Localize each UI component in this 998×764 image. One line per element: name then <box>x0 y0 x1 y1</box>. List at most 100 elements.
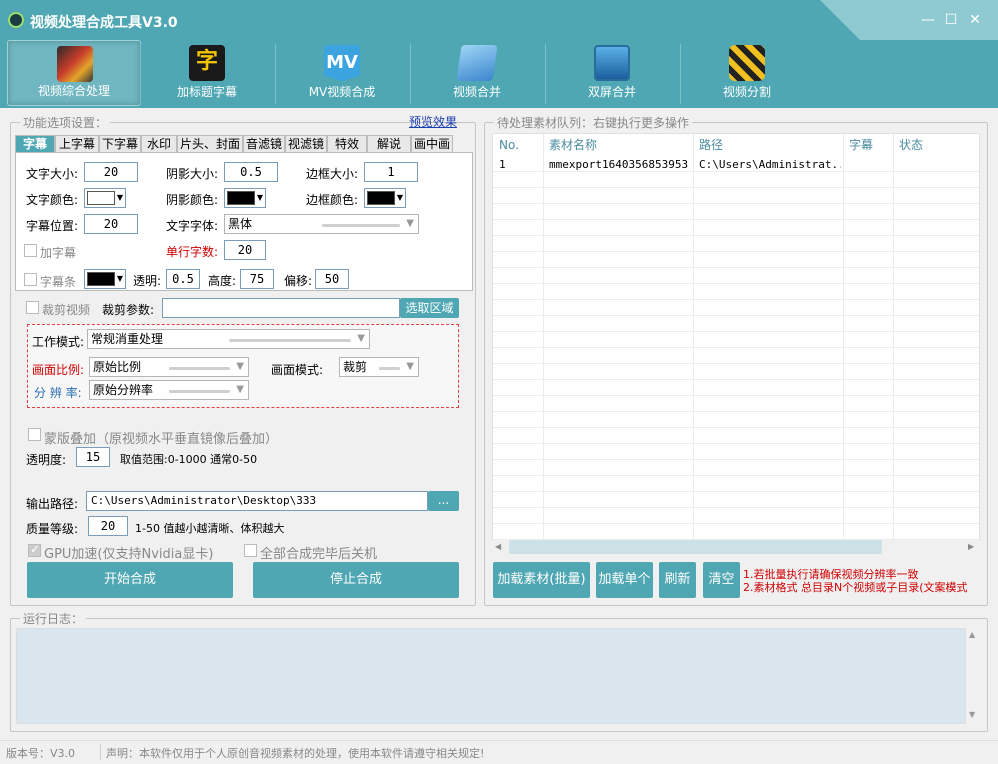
quality-hint: 1-50 值越小越清晰、体积越大 <box>135 522 285 535</box>
clapper-icon <box>729 45 765 81</box>
transparency-input[interactable]: 0.5 <box>166 269 200 289</box>
queue-group-title: 待处理素材队列：右键执行更多操作 <box>494 114 693 131</box>
film-icon <box>57 46 93 82</box>
scroll-thumb[interactable] <box>509 540 882 554</box>
subtitle-pos-input[interactable]: 20 <box>84 214 138 234</box>
overlay-checkbox[interactable] <box>28 428 41 441</box>
stop-button[interactable]: 停止合成 <box>253 562 459 598</box>
browse-button[interactable]: ... <box>428 491 459 511</box>
queue-horizontal-scrollbar[interactable]: ◀ ▶ <box>492 540 980 554</box>
load-single-button[interactable]: 加载单个 <box>596 562 653 598</box>
bar-height-input[interactable]: 75 <box>240 269 274 289</box>
col-header-subtitle[interactable]: 字幕 <box>849 134 873 156</box>
font-size-input[interactable]: 20 <box>84 162 138 182</box>
screen-mode-label: 画面模式: <box>271 363 324 377</box>
tab-subtitle[interactable]: 字幕 <box>15 135 55 152</box>
log-vertical-scrollbar[interactable]: ▲ ▼ <box>966 628 980 724</box>
resolution-select[interactable]: 原始分辨率 ▼ <box>89 380 249 400</box>
tab-intro-cover[interactable]: 片头、封面 <box>177 135 243 152</box>
quality-input[interactable]: 20 <box>88 516 128 536</box>
shadow-color-label: 阴影颜色: <box>166 193 219 207</box>
add-subtitle-label: 加字幕 <box>40 246 77 260</box>
opacity-label: 透明度: <box>26 453 67 467</box>
shadow-size-label: 阴影大小: <box>166 167 219 181</box>
output-path-input[interactable]: C:\Users\Administrator\Desktop\333 <box>86 491 428 511</box>
empty-row <box>493 364 979 380</box>
tab-audio-filter[interactable]: 音滤镜 <box>243 135 285 152</box>
work-mode-label: 工作模式: <box>32 335 85 349</box>
gpu-checkbox[interactable] <box>28 542 41 557</box>
offset-input[interactable]: 50 <box>315 269 349 289</box>
disclaimer-label: 声明：本软件仅用于个人原创音视频素材的处理，使用本软件请遵守相关规定! <box>106 747 485 760</box>
refresh-button[interactable]: 刷新 <box>659 562 696 598</box>
empty-row <box>493 428 979 444</box>
shutdown-checkbox[interactable] <box>244 544 257 557</box>
subtitle-bar-label: 字幕条 <box>40 275 77 289</box>
clear-button[interactable]: 清空 <box>703 562 740 598</box>
col-header-status[interactable]: 状态 <box>899 134 923 156</box>
table-row[interactable]: 1 mmexport1640356853953 C:\Users\Adminis… <box>493 156 979 172</box>
line-chars-label: 单行字数: <box>166 245 219 259</box>
shadow-size-input[interactable]: 0.5 <box>224 162 278 182</box>
window-title: 视频处理合成工具V3.0 <box>30 15 178 31</box>
select-region-button[interactable]: 选取区域 <box>400 298 459 318</box>
version-label: 版本号：V3.0 <box>6 747 76 760</box>
toolbar-add-subtitle[interactable]: 字 加标题字幕 <box>140 40 274 106</box>
crop-params-input[interactable] <box>162 298 400 318</box>
aspect-select[interactable]: 原始比例 ▼ <box>89 357 249 377</box>
subtitle-bar-checkbox[interactable] <box>24 273 37 286</box>
tab-watermark[interactable]: 水印 <box>141 135 177 152</box>
bar-height-label: 高度: <box>208 274 237 288</box>
empty-row <box>493 220 979 236</box>
toolbar-mv-compose[interactable]: MV MV视频合成 <box>275 40 409 106</box>
tab-top-subtitle[interactable]: 上字幕 <box>55 135 99 152</box>
border-color-picker[interactable]: ▼ <box>364 188 406 208</box>
line-chars-input[interactable]: 20 <box>224 240 266 260</box>
crop-params-label: 裁剪参数: <box>102 303 155 317</box>
empty-row <box>493 380 979 396</box>
border-color-label: 边框颜色: <box>306 193 359 207</box>
empty-row <box>493 476 979 492</box>
opacity-input[interactable]: 15 <box>76 447 110 467</box>
minimize-button[interactable]: — <box>920 12 936 28</box>
empty-row <box>493 172 979 188</box>
chevron-down-icon[interactable]: ▼ <box>969 710 975 719</box>
main-toolbar: 视频综合处理 字 加标题字幕 MV MV视频合成 视频合并 双屏合并 视频分割 <box>0 40 998 108</box>
chevron-down-icon: ▼ <box>357 333 365 344</box>
chevron-left-icon[interactable]: ◀ <box>495 540 501 554</box>
toolbar-video-merge[interactable]: 视频合并 <box>410 40 544 106</box>
close-button[interactable]: ✕ <box>967 12 983 28</box>
start-button[interactable]: 开始合成 <box>27 562 233 598</box>
border-size-input[interactable]: 1 <box>364 162 418 182</box>
log-output[interactable] <box>16 628 966 724</box>
empty-row <box>493 444 979 460</box>
queue-table[interactable]: No. 素材名称 路径 字幕 状态 1 mmexport164035685395… <box>492 133 980 541</box>
text-color-picker[interactable]: ▼ <box>84 188 126 208</box>
col-header-name[interactable]: 素材名称 <box>549 134 597 156</box>
toolbar-video-process[interactable]: 视频综合处理 <box>7 40 141 106</box>
tab-narration[interactable]: 解说 <box>367 135 411 152</box>
tab-bottom-subtitle[interactable]: 下字幕 <box>99 135 141 152</box>
font-family-select[interactable]: 黑体 ▼ <box>224 214 419 234</box>
toolbar-dual-screen[interactable]: 双屏合并 <box>545 40 679 106</box>
tab-effects[interactable]: 特效 <box>327 135 367 152</box>
output-path-label: 输出路径: <box>26 497 79 511</box>
preview-link[interactable]: 预览效果 <box>409 113 457 130</box>
crop-video-checkbox[interactable] <box>26 301 39 314</box>
chevron-right-icon[interactable]: ▶ <box>968 540 974 554</box>
col-header-path[interactable]: 路径 <box>699 134 723 156</box>
load-batch-button[interactable]: 加载素材(批量) <box>493 562 590 598</box>
subtitle-bar-color-picker[interactable]: ▼ <box>84 269 126 289</box>
toolbar-video-split[interactable]: 视频分割 <box>680 40 814 106</box>
chevron-up-icon[interactable]: ▲ <box>969 630 975 639</box>
empty-row <box>493 348 979 364</box>
screen-mode-select[interactable]: 裁剪 ▼ <box>339 357 419 377</box>
empty-row <box>493 524 979 540</box>
maximize-button[interactable]: ☐ <box>943 12 959 28</box>
add-subtitle-checkbox[interactable] <box>24 244 37 257</box>
tab-pip[interactable]: 画中画 <box>411 135 453 152</box>
col-header-no[interactable]: No. <box>499 134 519 156</box>
tab-video-filter[interactable]: 视滤镜 <box>285 135 327 152</box>
shadow-color-picker[interactable]: ▼ <box>224 188 266 208</box>
work-mode-select[interactable]: 常规消重处理 ▼ <box>87 329 370 349</box>
